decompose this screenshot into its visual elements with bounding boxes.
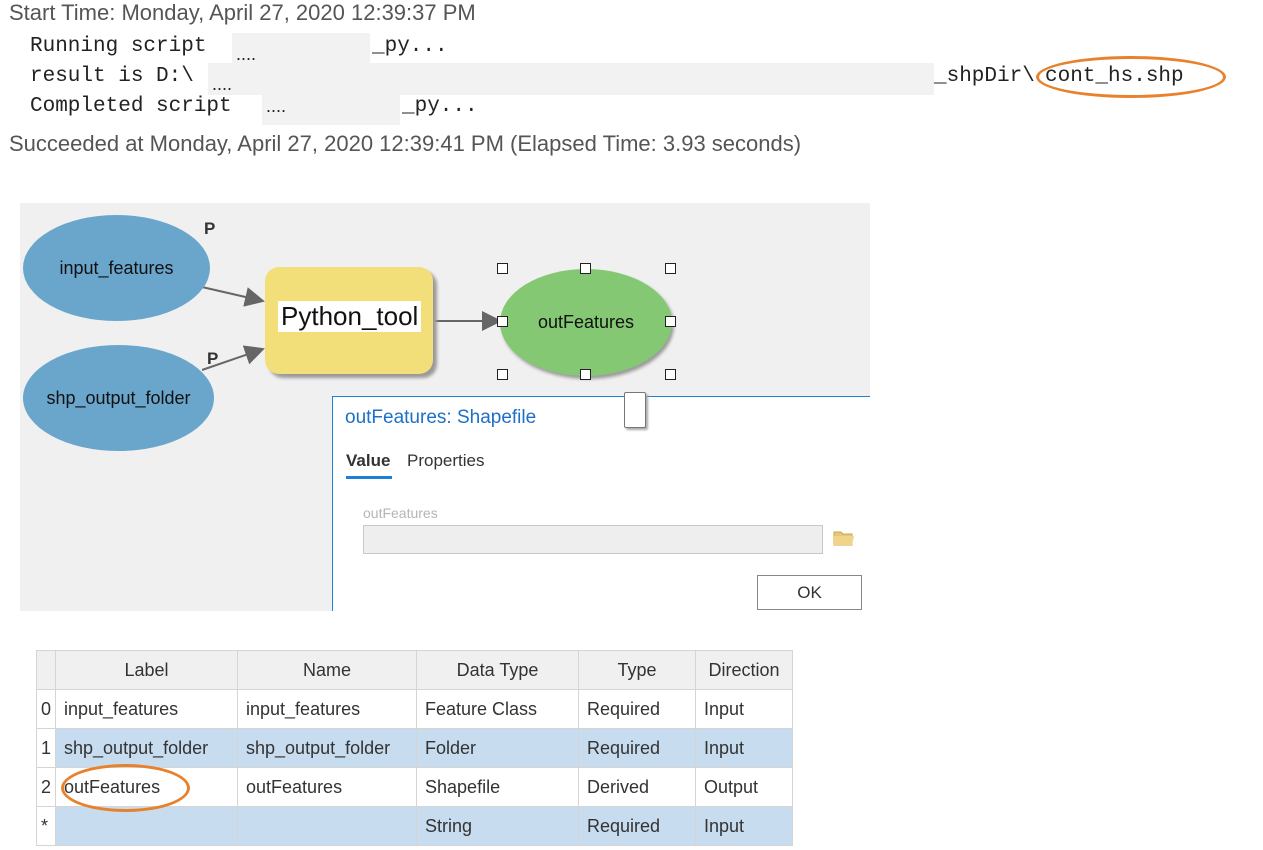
- selection-handle[interactable]: [580, 263, 591, 274]
- start-time-line: Start Time: Monday, April 27, 2020 12:39…: [9, 0, 476, 25]
- completed-script-suffix: _py...: [402, 95, 478, 118]
- field-label: outFeatures: [363, 505, 438, 521]
- column-header-label[interactable]: Label: [55, 650, 239, 690]
- cell-direction[interactable]: Input: [695, 728, 794, 768]
- cell-name[interactable]: outFeatures: [237, 767, 418, 807]
- active-tab-indicator: [346, 476, 392, 479]
- cell-label[interactable]: [55, 806, 239, 846]
- cell-name[interactable]: input_features: [237, 689, 418, 729]
- running-script-suffix: _py...: [372, 35, 448, 58]
- parameter-mark: P: [204, 219, 216, 238]
- row-index: 1: [35, 728, 57, 768]
- cell-type[interactable]: Required: [578, 806, 697, 846]
- table-row[interactable]: * String Required Input: [35, 806, 794, 846]
- cell-label[interactable]: input_features: [55, 689, 239, 729]
- dialog-drag-handle[interactable]: [624, 392, 646, 428]
- selection-handle[interactable]: [665, 263, 676, 274]
- cell-data-type[interactable]: String: [416, 806, 580, 846]
- running-script-label: Running script: [30, 35, 207, 58]
- cell-label[interactable]: shp_output_folder: [55, 728, 239, 768]
- cell-data-type[interactable]: Folder: [416, 728, 580, 768]
- selection-handle[interactable]: [665, 316, 676, 327]
- selection-handle[interactable]: [580, 369, 591, 380]
- parameters-table: Label Name Data Type Type Direction 0 in…: [35, 650, 794, 846]
- result-dir: _shpDir\: [934, 65, 1035, 88]
- filename-highlight: [1036, 56, 1226, 98]
- cell-direction[interactable]: Input: [695, 806, 794, 846]
- table-header-row: Label Name Data Type Type Direction: [35, 650, 794, 690]
- shp-output-folder-node[interactable]: shp_output_folder: [23, 345, 214, 451]
- parameter-mark: P: [207, 349, 219, 368]
- column-header-data-type[interactable]: Data Type: [416, 650, 580, 690]
- column-header-direction[interactable]: Direction: [695, 650, 794, 690]
- selection-handle[interactable]: [497, 316, 508, 327]
- redacted-marker: ....: [266, 96, 287, 116]
- cell-type[interactable]: Derived: [578, 767, 697, 807]
- outfeatures-highlight: [61, 764, 190, 812]
- cell-direction[interactable]: Input: [695, 689, 794, 729]
- table-row[interactable]: 1 shp_output_folder shp_output_folder Fo…: [35, 728, 794, 768]
- redacted-marker: ....: [236, 44, 257, 64]
- model-canvas[interactable]: input_features P shp_output_folder P Pyt…: [20, 203, 870, 611]
- cell-direction[interactable]: Output: [695, 767, 794, 807]
- table-row[interactable]: 0 input_features input_features Feature …: [35, 689, 794, 729]
- column-header-name[interactable]: Name: [237, 650, 418, 690]
- row-index: 0: [35, 689, 57, 729]
- row-index: 2: [35, 767, 57, 807]
- redacted-path: [208, 63, 934, 95]
- cell-type[interactable]: Required: [578, 728, 697, 768]
- ok-button[interactable]: OK: [757, 575, 862, 610]
- row-index-header: [35, 650, 57, 690]
- cell-name[interactable]: shp_output_folder: [237, 728, 418, 768]
- column-header-type[interactable]: Type: [578, 650, 697, 690]
- result-prefix: result is D:\: [30, 65, 194, 88]
- selection-handle[interactable]: [665, 369, 676, 380]
- selection-handle[interactable]: [497, 263, 508, 274]
- cell-data-type[interactable]: Shapefile: [416, 767, 580, 807]
- out-features-field[interactable]: [363, 525, 823, 554]
- row-index: *: [35, 806, 57, 846]
- cell-name[interactable]: [237, 806, 418, 846]
- succeeded-line: Succeeded at Monday, April 27, 2020 12:3…: [9, 131, 802, 156]
- tab-properties[interactable]: Properties: [407, 451, 484, 471]
- out-features-node[interactable]: outFeatures: [500, 269, 672, 376]
- folder-icon[interactable]: [833, 529, 855, 547]
- input-features-node[interactable]: input_features: [23, 215, 210, 321]
- selection-handle[interactable]: [497, 369, 508, 380]
- dialog-title: outFeatures: Shapefile: [345, 407, 537, 428]
- python-tool-label: Python_tool: [278, 301, 422, 332]
- parameter-dialog: outFeatures: Shapefile × Value Propertie…: [332, 396, 870, 611]
- cell-data-type[interactable]: Feature Class: [416, 689, 580, 729]
- redacted-marker: ....: [212, 74, 233, 94]
- completed-script-label: Completed script: [30, 95, 232, 118]
- tab-value[interactable]: Value: [346, 451, 390, 471]
- cell-type[interactable]: Required: [578, 689, 697, 729]
